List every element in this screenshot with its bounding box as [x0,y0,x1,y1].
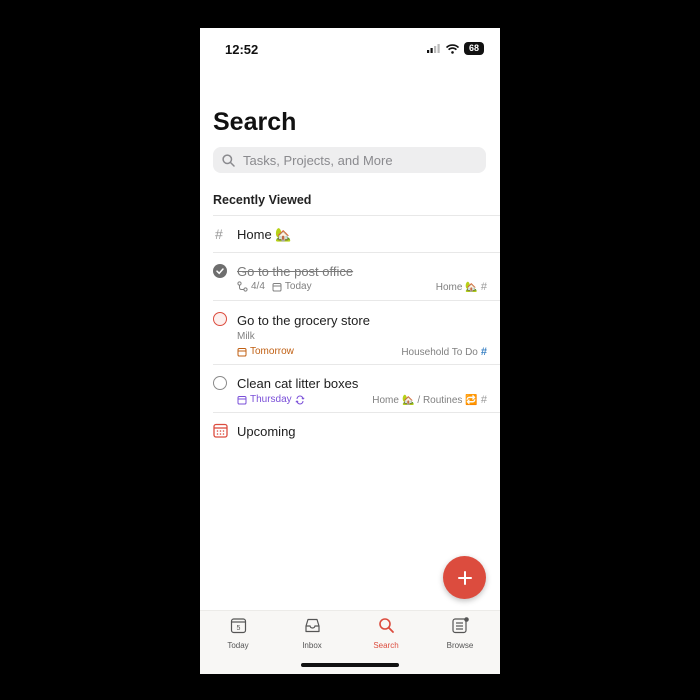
home-emoji: 🏡 [401,394,415,406]
tab-inbox[interactable]: Inbox [282,617,342,650]
task-date: Tomorrow [250,346,294,357]
calendar-icon [237,347,247,356]
cellular-signal-icon [427,44,440,53]
status-icons: 68 [427,42,484,55]
calendar-icon [237,395,247,404]
tab-search[interactable]: Search [356,617,416,650]
list-item-task-post-office[interactable]: Go to the post office 4/4 Today Home 🏡 # [213,253,487,300]
completed-checkbox[interactable] [213,264,227,278]
task-date: Thursday [250,394,292,405]
calendar-icon [272,282,282,291]
task-checkbox[interactable] [213,376,227,390]
search-icon [222,153,235,167]
inbox-icon [304,618,320,633]
tab-today[interactable]: 5 Today [208,617,268,650]
hash-icon: # [215,226,223,242]
home-emoji: 🏡 [275,227,292,242]
list-item-upcoming[interactable]: Upcoming [213,413,487,449]
subtask-count: 4/4 [251,281,265,292]
status-time: 12:52 [225,42,259,57]
list-item-task-litter[interactable]: Clean cat litter boxes Thursday Home 🏡 /… [213,365,487,412]
item-title: Home 🏡 [237,227,292,242]
browse-icon [451,617,469,634]
wifi-icon [446,43,459,54]
checkmark-icon [216,268,224,275]
list-item-home-project[interactable]: # Home 🏡 [213,216,487,252]
task-project: Home 🏡 / Routines 🔁 # [372,394,487,406]
tab-label: Inbox [302,641,322,650]
recurring-icon [295,395,305,404]
task-title: Go to the post office [237,264,354,279]
battery-indicator: 68 [464,42,484,55]
tab-label: Browse [446,641,474,650]
home-indicator [301,663,399,667]
task-project: Household To Do # [401,346,487,358]
tab-browse[interactable]: Browse [430,617,490,650]
task-title: Go to the grocery store [237,313,370,328]
list-item-task-grocery[interactable]: Go to the grocery store Milk Tomorrow Ho… [213,301,487,364]
task-project: Home 🏡 # [435,281,487,293]
tab-label: Search [373,641,399,650]
upcoming-calendar-icon [213,423,228,438]
task-description: Milk [237,331,255,342]
search-icon [378,618,394,633]
item-title: Upcoming [237,424,296,439]
repeat-emoji-icon: 🔁 [465,394,478,406]
search-field[interactable] [213,147,486,173]
today-day-number: 5 [236,625,240,632]
hash-icon: # [480,346,487,358]
section-title: Recently Viewed [213,193,312,207]
hash-icon: # [480,394,487,406]
page-title: Search [213,108,297,136]
add-task-button[interactable] [443,556,486,599]
subtask-icon [237,281,248,292]
hash-icon: # [480,281,487,293]
task-meta: Thursday [237,394,305,405]
task-meta: 4/4 Today [237,281,312,292]
task-meta: Tomorrow [237,346,294,357]
tab-label: Today [227,641,249,650]
priority-checkbox[interactable] [213,312,227,326]
task-date: Today [284,281,312,292]
section-name: / Routines [417,394,463,406]
plus-icon [457,570,472,585]
home-emoji: 🏡 [465,281,478,293]
phone-screen: 12:52 68 Search Recently Viewed # Home 🏡 [200,28,500,674]
search-input[interactable] [241,151,475,169]
today-calendar-icon: 5 [230,618,246,634]
task-title: Clean cat litter boxes [237,376,359,391]
